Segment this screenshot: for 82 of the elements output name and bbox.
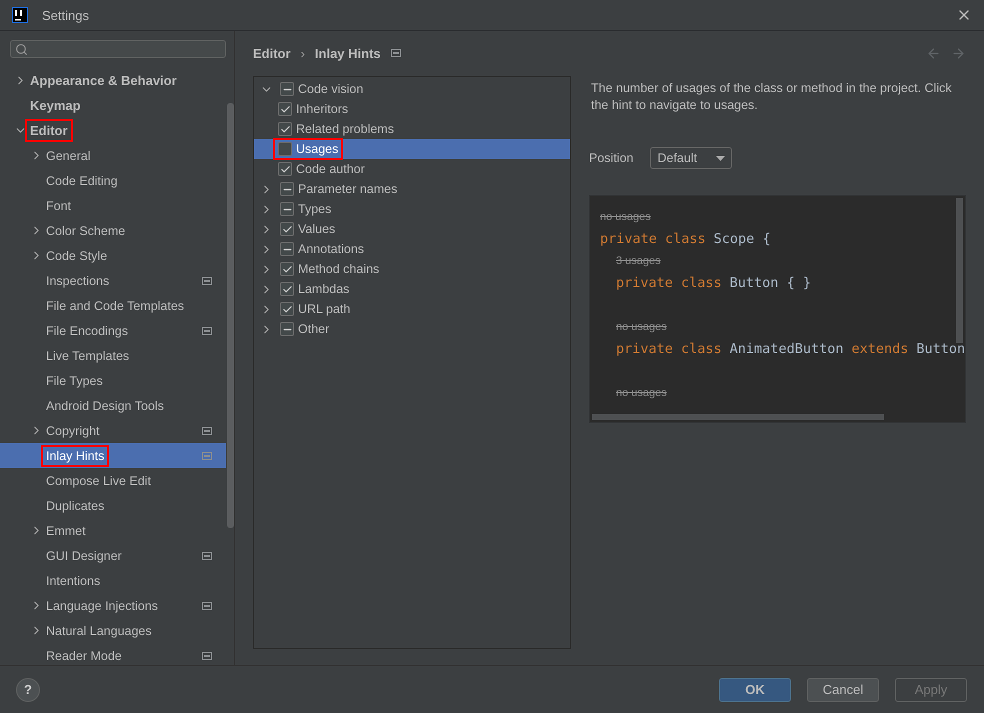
code-token: AnimatedButton: [730, 341, 844, 357]
code-token: Button: [916, 341, 965, 357]
settings-tree-item[interactable]: Code Editing: [0, 168, 226, 193]
settings-tree-item[interactable]: Emmet: [0, 518, 226, 543]
settings-tree-item[interactable]: File and Code Templates: [0, 293, 226, 318]
hint-tree-item[interactable]: Types: [254, 199, 570, 219]
dialog-button[interactable]: Cancel: [807, 678, 879, 702]
hint-tree-item[interactable]: Lambdas: [254, 279, 570, 299]
preview-scrollbar[interactable]: [956, 198, 963, 343]
check-icon: [280, 104, 290, 114]
checkbox[interactable]: [280, 302, 294, 316]
code-token: Button { }: [730, 275, 811, 291]
settings-tree-item[interactable]: Reader Mode: [0, 643, 226, 668]
check-icon: [280, 164, 290, 174]
dropdown-caret-icon: [716, 156, 726, 160]
code-token: private class: [616, 275, 722, 291]
description-text: The number of usages of the class or method in the project. Click the hint to navigate to usages.: [590, 80, 953, 114]
settings-tree-item[interactable]: Android Design Tools: [0, 393, 226, 418]
settings-tree-item[interactable]: Font: [0, 193, 226, 218]
settings-tree-item[interactable]: Color Scheme: [0, 218, 226, 243]
settings-tree-item[interactable]: Editor: [0, 118, 226, 143]
breadcrumb-item[interactable]: Editor: [253, 46, 291, 60]
settings-tree-item[interactable]: Language Injections: [0, 593, 226, 618]
code-token: private class: [600, 231, 706, 247]
settings-tree-item[interactable]: Duplicates: [0, 493, 226, 518]
check-icon: [282, 284, 292, 294]
breadcrumb-separator: ›: [300, 46, 305, 60]
app-logo-icon: [12, 7, 28, 23]
breadcrumb-current: Inlay Hints: [314, 46, 381, 60]
hint-tree-item[interactable]: URL path: [254, 299, 570, 319]
hint-tree-item[interactable]: Method chains: [254, 259, 570, 279]
code-token: Scope {: [714, 231, 771, 247]
hint-tree-item[interactable]: Inheritors: [254, 99, 570, 119]
settings-tree-item[interactable]: Inlay Hints: [0, 443, 226, 468]
dialog-button[interactable]: OK: [719, 678, 791, 702]
checkbox[interactable]: [278, 122, 292, 136]
help-button[interactable]: ?: [16, 678, 40, 702]
checkbox[interactable]: [280, 222, 294, 236]
preview-horizontal-scrollbar[interactable]: [592, 414, 884, 420]
usage-hint[interactable]: 3 usages: [616, 255, 661, 267]
usage-hint[interactable]: no usages: [600, 211, 651, 223]
search-icon: [15, 42, 28, 56]
settings-tree-item[interactable]: Code Style: [0, 243, 226, 268]
usage-hint[interactable]: no usages: [616, 387, 667, 399]
hint-tree-item[interactable]: Related problems: [254, 119, 570, 139]
position-label: Position: [589, 151, 634, 165]
hint-tree-item[interactable]: Usages: [254, 139, 570, 159]
settings-tree-item[interactable]: GUI Designer: [0, 543, 226, 568]
checkbox[interactable]: [278, 142, 292, 156]
settings-tree-item[interactable]: Appearance & Behavior: [0, 68, 226, 93]
position-dropdown[interactable]: Default: [650, 147, 732, 169]
code-token: private class: [616, 341, 722, 357]
settings-tree-item[interactable]: File Encodings: [0, 318, 226, 343]
scrollbar[interactable]: [227, 103, 234, 528]
settings-tree-item[interactable]: Intentions: [0, 568, 226, 593]
usage-hint[interactable]: no usages: [616, 321, 667, 333]
hint-tree-item[interactable]: Code vision: [254, 79, 570, 99]
checkbox[interactable]: [280, 282, 294, 296]
checkbox[interactable]: [278, 102, 292, 116]
check-icon: [282, 264, 292, 274]
hint-tree-item[interactable]: Parameter names: [254, 179, 570, 199]
code-token: extends: [851, 341, 908, 357]
checkbox[interactable]: [278, 162, 292, 176]
check-icon: [280, 124, 290, 134]
hint-tree-item[interactable]: Values: [254, 219, 570, 239]
settings-tree-item[interactable]: Inspections: [0, 268, 226, 293]
project-settings-icon: [390, 49, 401, 57]
window-title: Settings: [42, 8, 90, 22]
checkbox[interactable]: [280, 262, 294, 276]
settings-tree-item[interactable]: Compose Live Edit: [0, 468, 226, 493]
settings-tree-item[interactable]: Copyright: [0, 418, 226, 443]
hint-tree-item[interactable]: Code author: [254, 159, 570, 179]
settings-tree-item[interactable]: Natural Languages: [0, 618, 226, 643]
check-icon: [282, 304, 292, 314]
search-field[interactable]: [10, 40, 226, 58]
hint-tree-item[interactable]: Other: [254, 319, 570, 339]
settings-tree-item[interactable]: Keymap: [0, 93, 226, 118]
settings-tree-item[interactable]: Live Templates: [0, 343, 226, 368]
hint-tree-item[interactable]: Annotations: [254, 239, 570, 259]
settings-tree-item[interactable]: General: [0, 143, 226, 168]
settings-tree-item[interactable]: File Types: [0, 368, 226, 393]
check-icon: [282, 224, 292, 234]
